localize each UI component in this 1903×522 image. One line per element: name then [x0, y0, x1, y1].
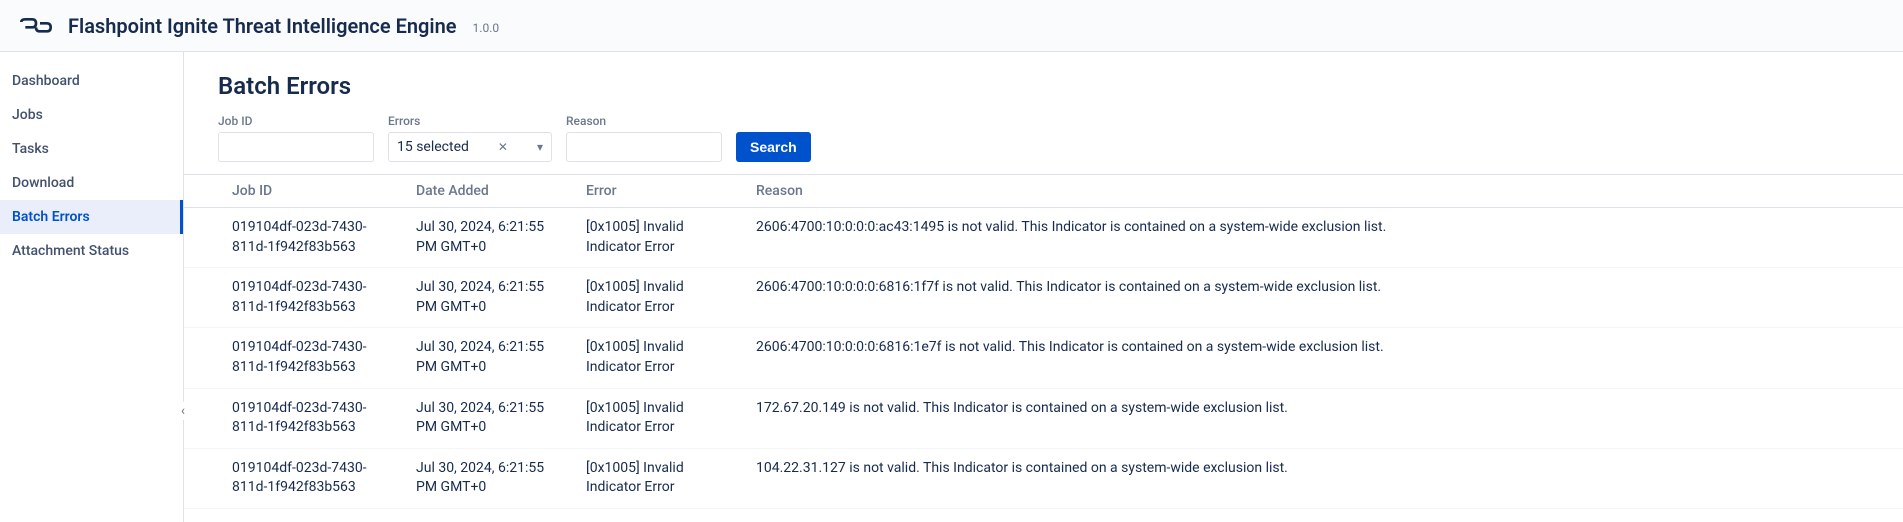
filter-reason-label: Reason: [566, 114, 722, 128]
topbar: Flashpoint Ignite Threat Intelligence En…: [0, 0, 1903, 52]
cell-error: [0x1005] Invalid Indicator Error: [574, 388, 744, 448]
errors-select[interactable]: 15 selected ✕ ▾: [388, 132, 552, 162]
table-row: 019104df-023d-7430-811d-1f942f83b563Jul …: [184, 448, 1903, 508]
cell-job-id: 019104df-023d-7430-811d-1f942f83b563: [184, 328, 404, 388]
cell-error: [0x1005] Invalid Indicator Error: [574, 268, 744, 328]
cell-error: [0x1005] Invalid Indicator Error: [574, 328, 744, 388]
cell-reason: 2606:4700:10:0:0:0:6816:1e7f is not vali…: [744, 328, 1903, 388]
cell-error: [0x1005] Invalid Indicator Error: [574, 208, 744, 268]
page-title: Batch Errors: [184, 72, 1903, 114]
sidebar: DashboardJobsTasksDownloadBatch ErrorsAt…: [0, 52, 184, 522]
sidebar-collapse-icon[interactable]: ‹: [174, 402, 192, 420]
sidebar-item-batch-errors[interactable]: Batch Errors: [0, 200, 183, 234]
app-version: 1.0.0: [473, 21, 500, 35]
table-row: 019104df-023d-7430-811d-1f942f83b563Jul …: [184, 208, 1903, 268]
col-header-error[interactable]: Error: [574, 175, 744, 208]
sidebar-item-attachment-status[interactable]: Attachment Status: [0, 234, 183, 268]
errors-table: Job ID Date Added Error Reason 019104df-…: [184, 175, 1903, 509]
cell-job-id: 019104df-023d-7430-811d-1f942f83b563: [184, 268, 404, 328]
col-header-job-id[interactable]: Job ID: [184, 175, 404, 208]
cell-job-id: 019104df-023d-7430-811d-1f942f83b563: [184, 208, 404, 268]
search-button[interactable]: Search: [736, 132, 811, 162]
job-id-input[interactable]: [218, 132, 374, 162]
filter-errors-label: Errors: [388, 114, 552, 128]
cell-date-added: Jul 30, 2024, 6:21:55 PM GMT+0: [404, 328, 574, 388]
close-icon[interactable]: ✕: [494, 140, 512, 154]
cell-job-id: 019104df-023d-7430-811d-1f942f83b563: [184, 388, 404, 448]
chevron-down-icon: ▾: [537, 140, 543, 154]
cell-reason: 104.22.31.127 is not valid. This Indicat…: [744, 448, 1903, 508]
table-row: 019104df-023d-7430-811d-1f942f83b563Jul …: [184, 388, 1903, 448]
app-title: Flashpoint Ignite Threat Intelligence En…: [68, 14, 457, 38]
errors-table-wrap: Job ID Date Added Error Reason 019104df-…: [184, 174, 1903, 509]
filter-errors: Errors 15 selected ✕ ▾: [388, 114, 552, 162]
sidebar-item-jobs[interactable]: Jobs: [0, 98, 183, 132]
cell-job-id: 019104df-023d-7430-811d-1f942f83b563: [184, 448, 404, 508]
filter-job-id: Job ID: [218, 114, 374, 162]
cell-date-added: Jul 30, 2024, 6:21:55 PM GMT+0: [404, 268, 574, 328]
cell-date-added: Jul 30, 2024, 6:21:55 PM GMT+0: [404, 208, 574, 268]
filter-reason: Reason: [566, 114, 722, 162]
cell-reason: 2606:4700:10:0:0:0:ac43:1495 is not vali…: [744, 208, 1903, 268]
sidebar-item-download[interactable]: Download: [0, 166, 183, 200]
cell-error: [0x1005] Invalid Indicator Error: [574, 448, 744, 508]
sidebar-item-dashboard[interactable]: Dashboard: [0, 64, 183, 98]
col-header-reason[interactable]: Reason: [744, 175, 1903, 208]
sidebar-item-tasks[interactable]: Tasks: [0, 132, 183, 166]
cell-reason: 2606:4700:10:0:0:0:6816:1f7f is not vali…: [744, 268, 1903, 328]
cell-date-added: Jul 30, 2024, 6:21:55 PM GMT+0: [404, 388, 574, 448]
cell-reason: 172.67.20.149 is not valid. This Indicat…: [744, 388, 1903, 448]
reason-input[interactable]: [566, 132, 722, 162]
col-header-date-added[interactable]: Date Added: [404, 175, 574, 208]
table-row: 019104df-023d-7430-811d-1f942f83b563Jul …: [184, 268, 1903, 328]
filter-job-id-label: Job ID: [218, 114, 374, 128]
app-logo-icon: [20, 16, 52, 36]
cell-date-added: Jul 30, 2024, 6:21:55 PM GMT+0: [404, 448, 574, 508]
filter-bar: Job ID Errors 15 selected ✕ ▾ Reason Sea…: [184, 114, 1903, 174]
table-row: 019104df-023d-7430-811d-1f942f83b563Jul …: [184, 328, 1903, 388]
errors-select-value: 15 selected: [397, 139, 469, 155]
main-content: Batch Errors Job ID Errors 15 selected ✕…: [184, 52, 1903, 522]
